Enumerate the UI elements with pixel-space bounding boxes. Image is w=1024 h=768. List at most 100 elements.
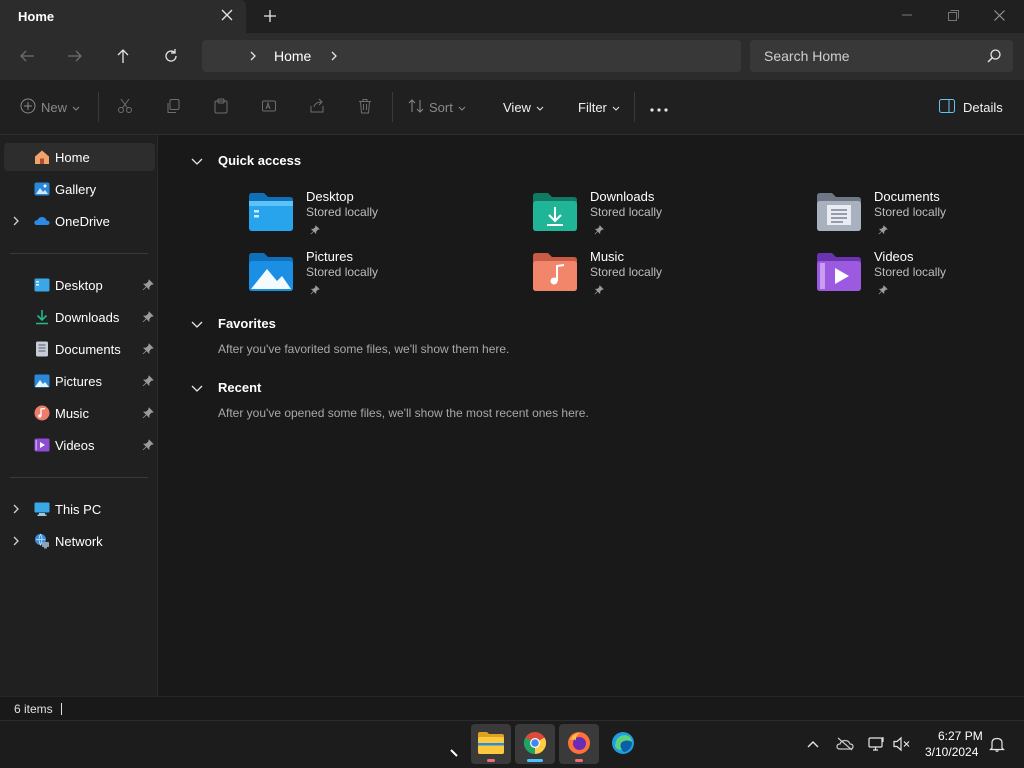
chevron-right-icon[interactable] [11, 535, 21, 547]
quick-access-item-videos[interactable]: Videos Stored locally [817, 249, 1024, 305]
pin-icon[interactable] [142, 407, 154, 419]
taskbar-app-edge[interactable] [603, 724, 643, 764]
maximize-icon[interactable] [930, 0, 976, 30]
section-title-favorites[interactable]: Favorites [218, 316, 276, 331]
view-button[interactable]: View [503, 96, 544, 118]
sort-icon [408, 98, 424, 117]
item-name: Videos [874, 249, 914, 264]
sort-button[interactable]: Sort [408, 96, 466, 118]
quick-access-item-downloads[interactable]: Downloads Stored locally [533, 189, 783, 245]
minimize-icon[interactable] [884, 0, 930, 30]
sidebar-item-documents[interactable]: Documents [4, 335, 155, 363]
back-arrow-icon[interactable] [12, 42, 42, 70]
item-status: Stored locally [874, 205, 947, 219]
quick-access-item-desktop[interactable]: Desktop Stored locally [249, 189, 499, 245]
item-name: Music [590, 249, 624, 264]
onedrive-cloud-icon [34, 213, 50, 229]
item-status: Stored locally [590, 205, 663, 219]
quick-access-item-pictures[interactable]: Pictures Stored locally [249, 249, 499, 305]
pin-icon[interactable] [142, 375, 154, 387]
pin-icon[interactable] [142, 439, 154, 451]
filter-button[interactable]: Filter [578, 96, 620, 118]
videos-folder-icon [817, 253, 861, 291]
more-options-button[interactable] [650, 96, 668, 118]
rename-icon [261, 98, 277, 117]
chevron-down-icon [72, 100, 80, 115]
gallery-icon [34, 181, 50, 197]
copy-button[interactable] [165, 96, 181, 118]
file-explorer-icon [478, 731, 504, 757]
sidebar-item-pictures[interactable]: Pictures [4, 367, 155, 395]
collapse-chevron-icon[interactable] [190, 382, 204, 392]
chevron-right-icon[interactable] [327, 48, 341, 64]
home-icon [34, 149, 50, 165]
sidebar-item-gallery[interactable]: Gallery [4, 175, 155, 203]
sidebar-item-label: This PC [55, 502, 102, 517]
section-title-quick-access[interactable]: Quick access [218, 153, 301, 168]
view-label: View [503, 99, 531, 115]
tab-title: Home [18, 9, 55, 24]
sidebar-item-videos[interactable]: Videos [4, 431, 155, 459]
documents-icon [34, 341, 50, 357]
paste-button[interactable] [213, 96, 229, 118]
show-hidden-icons-chevron-up-icon[interactable] [803, 734, 823, 754]
taskbar-app-chrome[interactable] [515, 724, 555, 764]
pin-icon[interactable] [142, 279, 154, 291]
network-status-icon[interactable] [867, 734, 887, 754]
taskbar-app-file-explorer[interactable] [471, 724, 511, 764]
pin-icon [594, 283, 604, 295]
share-button[interactable] [309, 96, 325, 118]
chevron-down-icon [536, 100, 544, 115]
collapse-chevron-icon[interactable] [190, 155, 204, 165]
sidebar-item-onedrive[interactable]: OneDrive [4, 207, 155, 235]
sidebar-item-this-pc[interactable]: This PC [4, 495, 155, 523]
item-name: Pictures [306, 249, 353, 264]
downloads-folder-icon [533, 193, 577, 231]
notification-bell-icon[interactable] [987, 734, 1007, 754]
sidebar-item-desktop[interactable]: Desktop [4, 271, 155, 299]
sidebar-divider [10, 253, 148, 254]
volume-muted-icon[interactable] [892, 734, 912, 754]
search-icon[interactable] [986, 48, 1002, 64]
item-count: 6 items [14, 702, 53, 716]
chevron-down-icon [458, 100, 466, 115]
new-button[interactable]: New [20, 96, 80, 118]
delete-button[interactable] [357, 96, 373, 118]
running-indicator [487, 759, 495, 762]
new-tab-plus-icon[interactable] [260, 6, 280, 26]
sidebar-item-home[interactable]: Home [4, 143, 155, 171]
pin-icon[interactable] [142, 343, 154, 355]
mouse-cursor-icon [449, 746, 459, 757]
taskbar-app-firefox[interactable] [559, 724, 599, 764]
up-arrow-icon[interactable] [108, 42, 138, 70]
cut-button[interactable] [117, 96, 133, 118]
sidebar-item-network[interactable]: Network [4, 527, 155, 555]
onedrive-offline-icon[interactable] [835, 734, 855, 754]
tab-close-icon[interactable] [218, 7, 236, 25]
breadcrumb-home[interactable]: Home [274, 48, 311, 64]
pin-icon [310, 283, 320, 295]
section-title-recent[interactable]: Recent [218, 380, 261, 395]
sidebar-item-music[interactable]: Music [4, 399, 155, 427]
refresh-icon[interactable] [156, 42, 186, 70]
chevron-right-icon[interactable] [11, 215, 21, 227]
sidebar-item-downloads[interactable]: Downloads [4, 303, 155, 331]
pin-icon [878, 223, 888, 235]
search-placeholder[interactable]: Search Home [764, 48, 850, 64]
clock-time[interactable]: 6:27 PM [938, 729, 983, 743]
quick-access-item-music[interactable]: Music Stored locally [533, 249, 783, 305]
chevron-right-icon[interactable] [246, 48, 260, 64]
clock-date[interactable]: 3/10/2024 [925, 745, 978, 759]
details-pane-button[interactable]: Details [939, 96, 1003, 118]
chevron-right-icon[interactable] [11, 503, 21, 515]
rename-button[interactable] [261, 96, 277, 118]
new-plus-icon [20, 98, 36, 117]
quick-access-item-documents[interactable]: Documents Stored locally [817, 189, 1024, 245]
forward-arrow-icon[interactable] [60, 42, 90, 70]
close-icon[interactable] [976, 0, 1022, 30]
sidebar-divider [10, 477, 148, 478]
collapse-chevron-icon[interactable] [190, 318, 204, 328]
trash-icon [357, 98, 373, 117]
pin-icon[interactable] [142, 311, 154, 323]
documents-folder-icon [817, 193, 861, 231]
